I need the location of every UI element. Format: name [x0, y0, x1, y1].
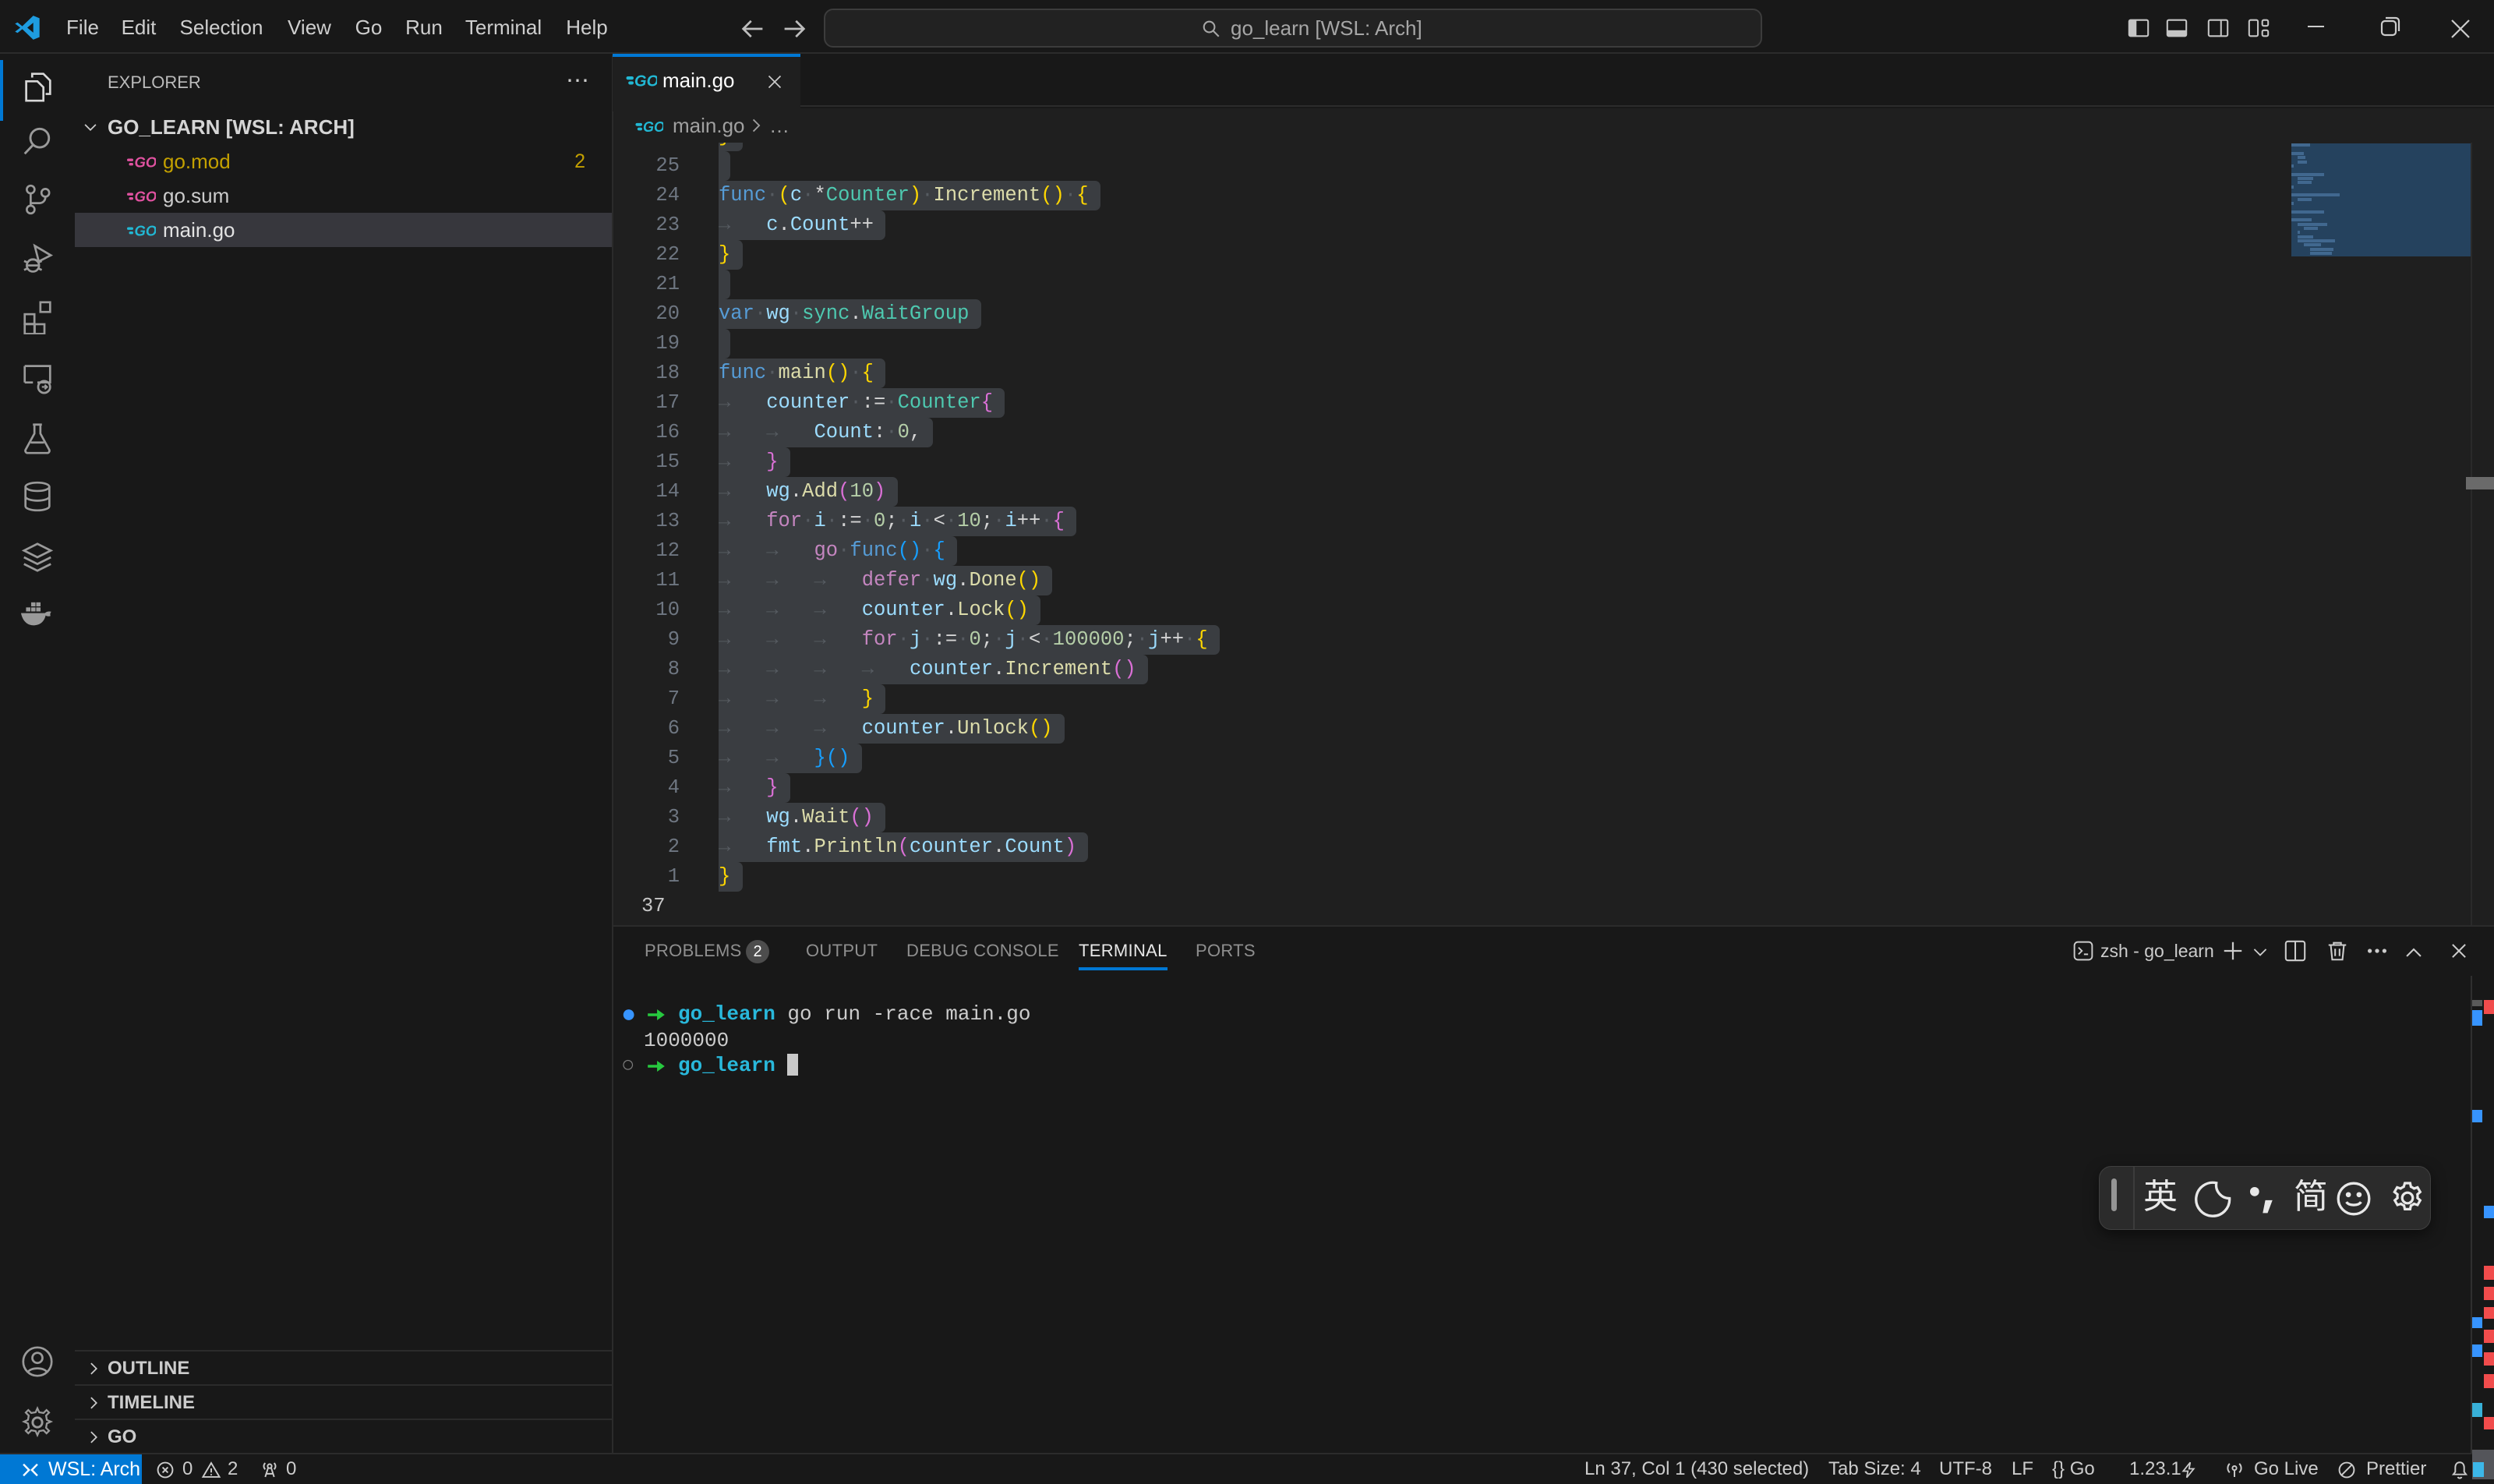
svg-text:GO: GO [634, 72, 657, 90]
svg-text:GO: GO [135, 189, 157, 205]
svg-text:GO: GO [643, 119, 663, 135]
svg-text:GO: GO [135, 223, 157, 239]
svg-text:GO: GO [135, 154, 157, 171]
